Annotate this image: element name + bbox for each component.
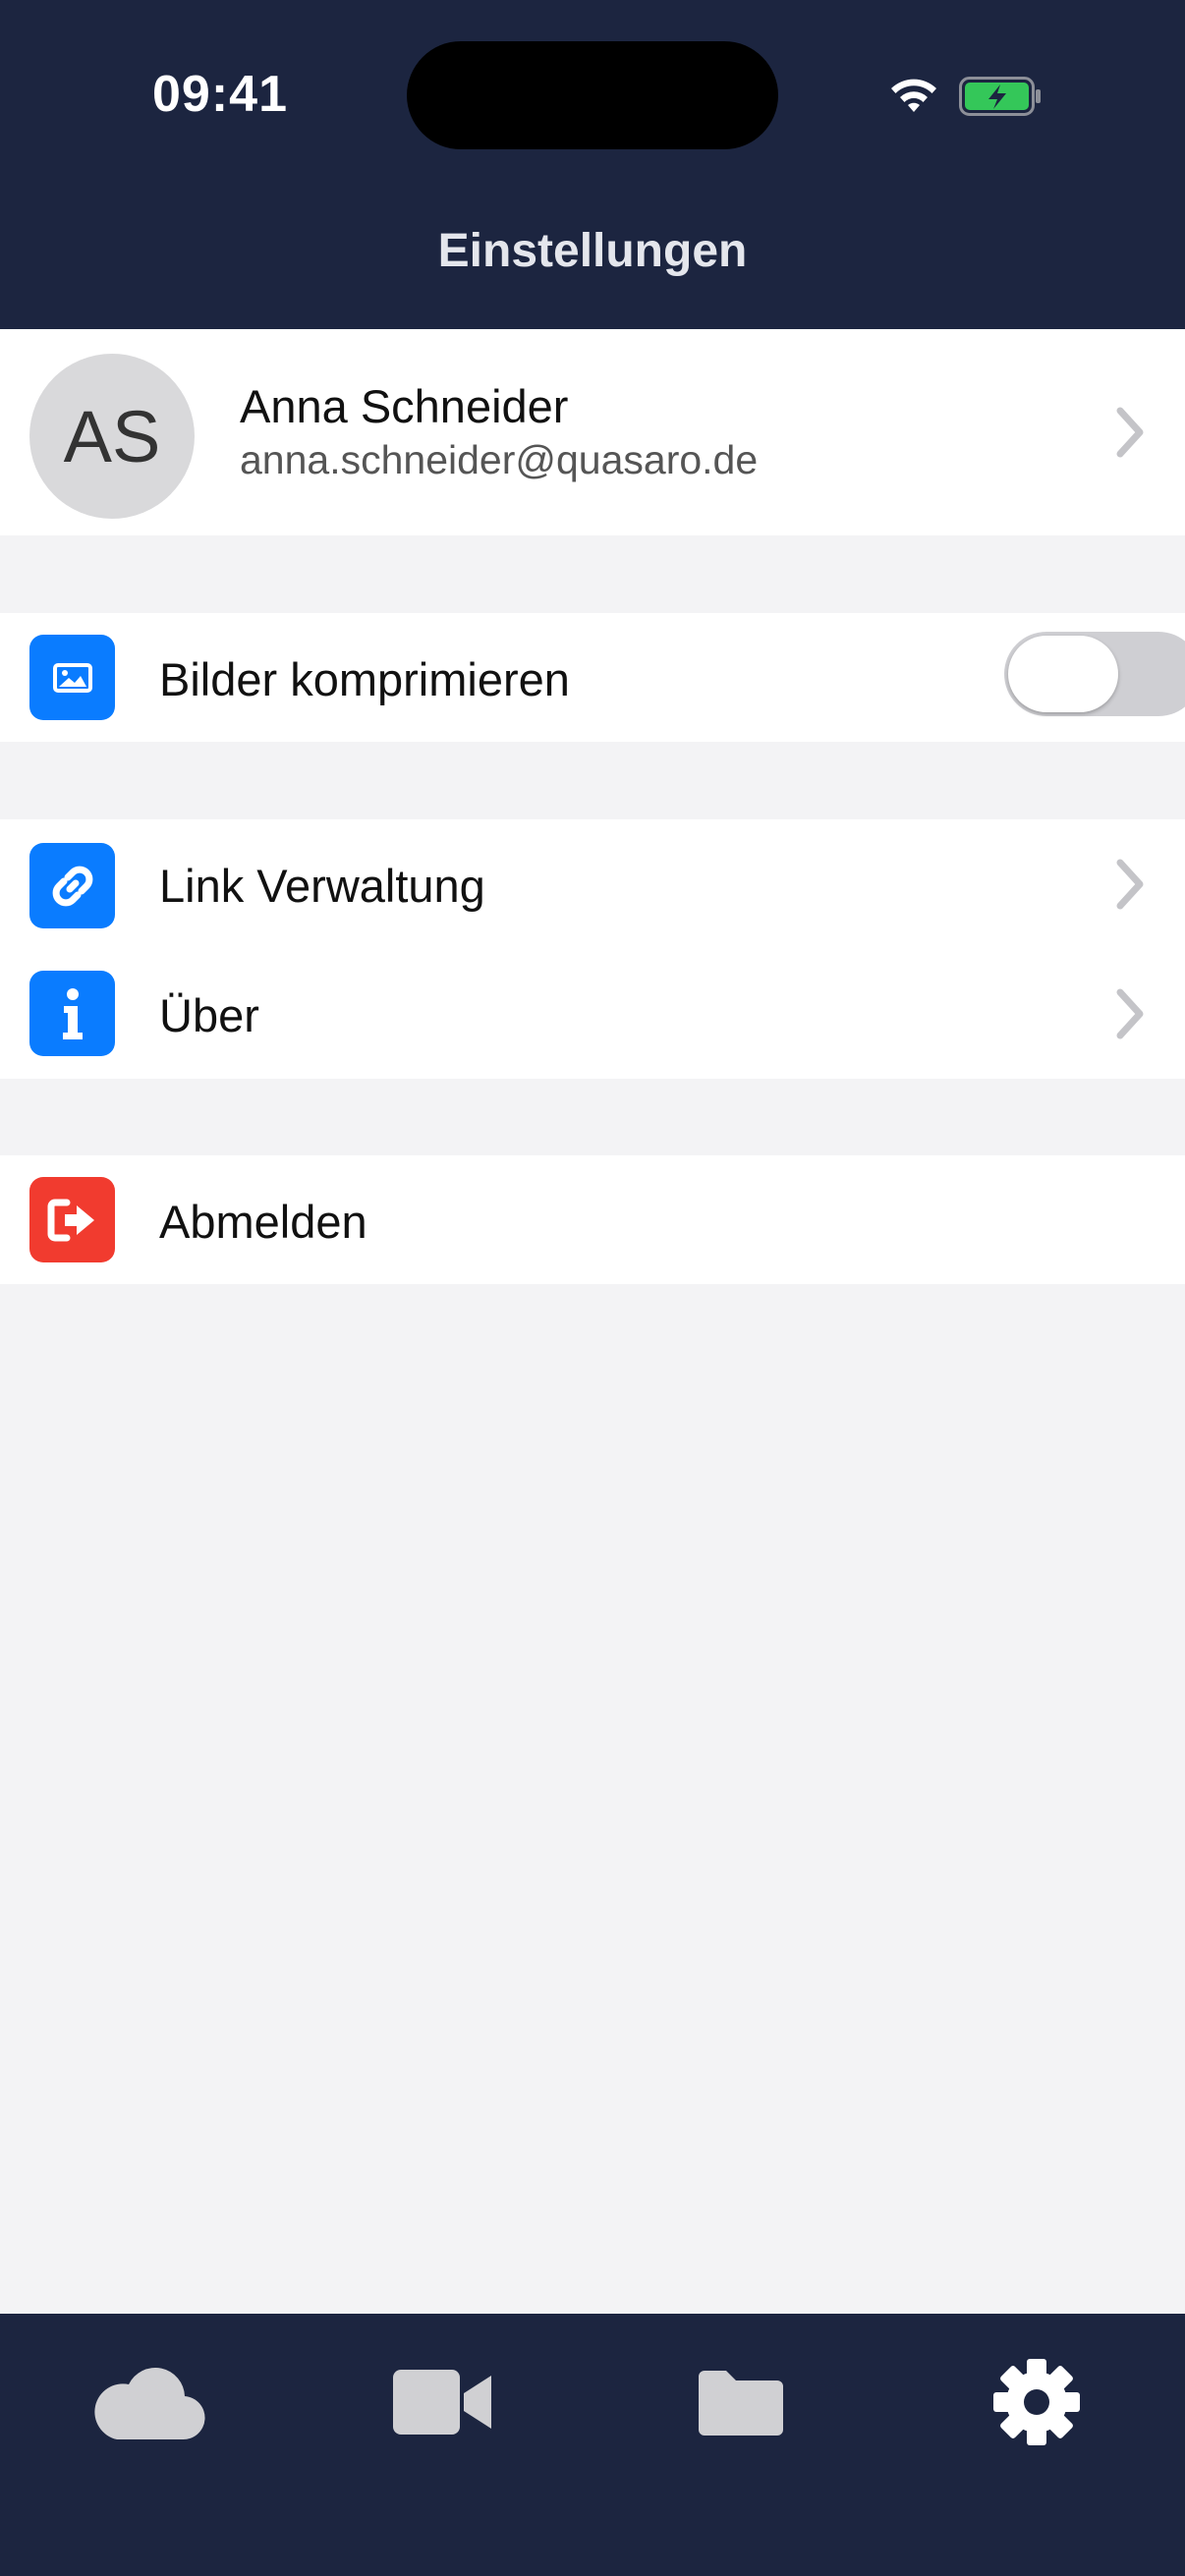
profile-email: anna.schneider@quasaro.de: [240, 437, 759, 482]
profile-row[interactable]: AS Anna Schneider anna.schneider@quasaro…: [0, 329, 1185, 535]
battery-charging-icon: [959, 77, 1041, 116]
settings-screen: 09:41 Einstellungen AS Anna Schneider an…: [0, 0, 1185, 2576]
tab-folder[interactable]: [680, 2353, 800, 2451]
logout-row[interactable]: Abmelden: [0, 1155, 1185, 1284]
sign-out-icon: [29, 1177, 115, 1262]
status-time: 09:41: [152, 66, 288, 123]
tab-cloud[interactable]: [85, 2353, 212, 2451]
page-title: Einstellungen: [437, 225, 748, 277]
chevron-right-icon: [1116, 859, 1144, 910]
link-management-label: Link Verwaltung: [159, 860, 485, 912]
chevron-right-icon: [1116, 407, 1144, 458]
profile-name: Anna Schneider: [240, 380, 569, 432]
link-management-row[interactable]: Link Verwaltung: [0, 819, 1185, 949]
links-section: Link Verwaltung Über: [0, 819, 1185, 1079]
compress-images-toggle[interactable]: [1004, 632, 1185, 716]
gear-icon: [993, 2359, 1080, 2445]
compress-images-label: Bilder komprimieren: [159, 653, 570, 705]
about-row[interactable]: Über: [0, 949, 1185, 1079]
tab-settings[interactable]: [977, 2353, 1097, 2451]
logout-label: Abmelden: [159, 1196, 367, 1248]
compress-images-row: Bilder komprimieren: [0, 613, 1185, 742]
image-icon: [29, 635, 115, 720]
about-label: Über: [159, 989, 259, 1041]
toggle-knob: [1008, 636, 1118, 712]
header: 09:41 Einstellungen: [0, 0, 1185, 329]
wifi-icon: [891, 79, 936, 112]
info-icon: [29, 971, 115, 1056]
video-camera-icon: [393, 2370, 491, 2435]
avatar: AS: [29, 354, 195, 519]
link-icon: [29, 843, 115, 928]
chevron-right-icon: [1116, 988, 1144, 1039]
tab-video[interactable]: [383, 2353, 501, 2451]
dynamic-island: [407, 41, 778, 149]
cloud-icon: [94, 2368, 205, 2440]
folder-icon: [699, 2371, 783, 2436]
